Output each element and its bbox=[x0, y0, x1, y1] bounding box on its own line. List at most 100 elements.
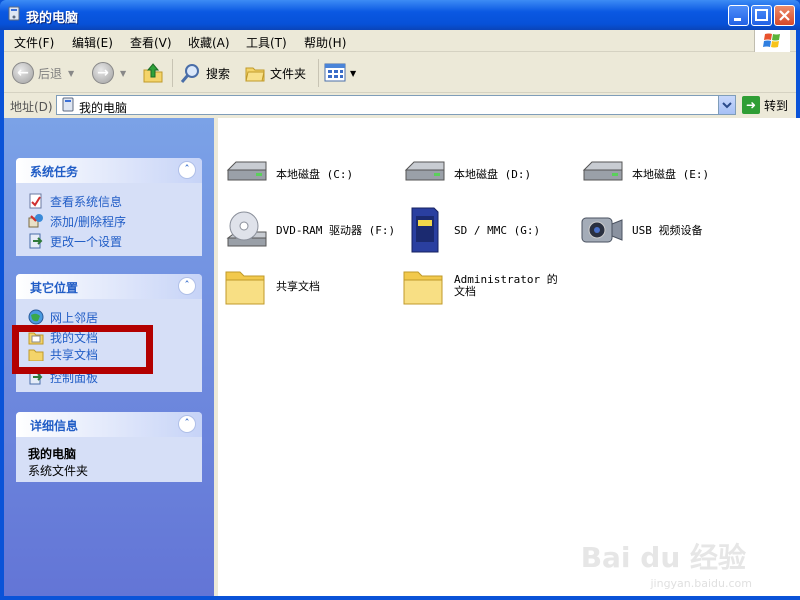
watermark-brand: Bai du 经验 bbox=[580, 541, 746, 574]
details-title: 详细信息 bbox=[30, 419, 79, 433]
other-places-header[interactable]: 其它位置 ˆ bbox=[16, 274, 202, 299]
item-label: 本地磁盘 (E:) bbox=[632, 168, 710, 181]
menu-tools[interactable]: 工具(T) bbox=[246, 34, 287, 51]
add-remove-programs-icon bbox=[28, 214, 43, 228]
system-tasks-header[interactable]: 系统任务 ˆ bbox=[16, 158, 202, 183]
windows-logo bbox=[754, 30, 790, 52]
windows-flag-icon bbox=[763, 33, 780, 48]
back-arrow-icon: ← bbox=[12, 62, 34, 84]
computer-icon bbox=[62, 97, 74, 112]
folders-label: 文件夹 bbox=[270, 66, 307, 81]
minimize-icon bbox=[734, 18, 741, 21]
search-button[interactable]: 搜索 bbox=[180, 60, 230, 86]
views-icon bbox=[324, 63, 346, 82]
system-tasks-panel: 系统任务 ˆ 查看系统信息 添加/删除程序 更改一个设置 bbox=[16, 158, 202, 256]
computer-icon bbox=[8, 6, 20, 21]
views-button[interactable]: ▼ bbox=[324, 60, 356, 86]
folder-icon bbox=[403, 271, 443, 305]
item-label: USB 视频设备 bbox=[632, 224, 703, 237]
watermark-url: jingyan.baidu.com bbox=[650, 577, 752, 590]
drive-g-sd[interactable]: SD / MMC (G:) bbox=[400, 206, 540, 254]
menu-favorites[interactable]: 收藏(A) bbox=[188, 34, 230, 51]
network-globe-icon bbox=[28, 309, 44, 325]
task-change-setting[interactable]: 更改一个设置 bbox=[28, 231, 192, 251]
place-network[interactable]: 网上邻居 bbox=[28, 307, 192, 327]
drive-f-dvd[interactable]: DVD-RAM 驱动器 (F:) bbox=[222, 206, 395, 254]
menu-bar: 文件(F) 编辑(E) 查看(V) 收藏(A) 工具(T) 帮助(H) bbox=[4, 30, 796, 52]
item-label: Administrator 的文档 bbox=[454, 273, 558, 298]
address-value: 我的电脑 bbox=[79, 101, 128, 115]
close-icon bbox=[779, 10, 790, 21]
forward-button[interactable]: → ▼ bbox=[92, 60, 126, 86]
chevron-down-icon bbox=[722, 102, 732, 109]
task-view-system-info[interactable]: 查看系统信息 bbox=[28, 191, 192, 211]
close-button[interactable] bbox=[774, 5, 795, 26]
maximize-button[interactable] bbox=[751, 5, 772, 26]
task-label: 查看系统信息 bbox=[50, 194, 123, 209]
hard-drive-icon bbox=[226, 161, 267, 181]
drive-e[interactable]: 本地磁盘 (E:) bbox=[578, 150, 709, 198]
maximize-icon bbox=[755, 9, 768, 21]
details-type: 系统文件夹 bbox=[28, 464, 89, 478]
drive-d[interactable]: 本地磁盘 (D:) bbox=[400, 150, 531, 198]
hard-drive-icon bbox=[582, 161, 623, 181]
usb-video-device[interactable]: USB 视频设备 bbox=[578, 206, 703, 254]
item-label: SD / MMC (G:) bbox=[454, 223, 541, 237]
sd-card-icon bbox=[411, 207, 439, 253]
details-name: 我的电脑 bbox=[28, 447, 77, 461]
task-label: 网上邻居 bbox=[50, 310, 99, 325]
explorer-window: 我的电脑 文件(F) 编辑(E) 查看(V) 收藏(A) 工具(T) 帮助(H) bbox=[0, 0, 800, 600]
menu-help[interactable]: 帮助(H) bbox=[304, 34, 346, 51]
folder-up-icon bbox=[143, 63, 163, 83]
back-dropdown-icon[interactable]: ▼ bbox=[68, 69, 74, 78]
camera-icon bbox=[581, 217, 623, 243]
up-button[interactable] bbox=[142, 60, 164, 86]
menu-edit[interactable]: 编辑(E) bbox=[72, 34, 113, 51]
forward-dropdown-icon[interactable]: ▼ bbox=[120, 69, 126, 78]
item-label: 共享文档 bbox=[276, 280, 320, 293]
hard-drive-icon bbox=[404, 161, 445, 181]
go-button[interactable]: ➜ 转到 bbox=[742, 96, 788, 114]
item-label: DVD-RAM 驱动器 (F:) bbox=[276, 224, 396, 237]
administrator-documents-folder[interactable]: Administrator 的文档 bbox=[400, 262, 570, 310]
collapse-icon[interactable]: ˆ bbox=[178, 415, 196, 433]
folders-button[interactable]: 文件夹 bbox=[244, 60, 306, 86]
forward-arrow-icon: → bbox=[92, 62, 114, 84]
item-label: 本地磁盘 (C:) bbox=[276, 168, 354, 181]
drive-c[interactable]: 本地磁盘 (C:) bbox=[222, 150, 353, 198]
title-bar[interactable]: 我的电脑 bbox=[0, 0, 800, 30]
search-icon bbox=[180, 64, 199, 83]
go-label: 转到 bbox=[764, 98, 789, 113]
window-client: 文件(F) 编辑(E) 查看(V) 收藏(A) 工具(T) 帮助(H) ← 后退… bbox=[4, 30, 800, 596]
go-arrow-icon: ➜ bbox=[742, 96, 760, 114]
menu-file[interactable]: 文件(F) bbox=[14, 34, 54, 51]
details-header[interactable]: 详细信息 ˆ bbox=[16, 412, 202, 437]
control-panel-icon bbox=[29, 233, 43, 249]
system-tasks-title: 系统任务 bbox=[30, 165, 79, 179]
file-view: 本地磁盘 (C:) 本地磁盘 (D:) 本地磁盘 (E:) DVD-RAM 驱动… bbox=[218, 118, 800, 596]
minimize-button[interactable] bbox=[728, 5, 749, 26]
toolbar: ← 后退 ▼ → ▼ 搜索 文件夹 ▼ bbox=[4, 53, 796, 93]
shared-documents-folder[interactable]: 共享文档 bbox=[222, 262, 320, 310]
menu-view[interactable]: 查看(V) bbox=[130, 34, 172, 51]
address-input[interactable]: 我的电脑 bbox=[56, 95, 736, 115]
folder-icon bbox=[225, 271, 265, 305]
search-label: 搜索 bbox=[206, 66, 231, 81]
task-label: 更改一个设置 bbox=[50, 234, 123, 249]
other-places-title: 其它位置 bbox=[30, 281, 79, 295]
back-label: 后退 bbox=[38, 66, 63, 81]
address-bar: 地址(D) 我的电脑 ➜ 转到 bbox=[4, 94, 796, 116]
system-info-icon bbox=[29, 193, 42, 209]
collapse-icon[interactable]: ˆ bbox=[178, 277, 196, 295]
dvd-drive-icon bbox=[226, 211, 267, 247]
task-add-remove-programs[interactable]: 添加/删除程序 bbox=[28, 211, 192, 231]
collapse-icon[interactable]: ˆ bbox=[178, 161, 196, 179]
views-dropdown-icon: ▼ bbox=[350, 68, 357, 78]
address-label: 地址(D) bbox=[10, 100, 53, 114]
address-dropdown-button[interactable] bbox=[718, 96, 735, 114]
highlight-box bbox=[12, 325, 153, 374]
back-button[interactable]: ← 后退 ▼ bbox=[12, 60, 74, 86]
details-panel: 详细信息 ˆ 我的电脑 系统文件夹 bbox=[16, 412, 202, 482]
window-title: 我的电脑 bbox=[26, 11, 79, 26]
folders-icon bbox=[245, 67, 265, 82]
